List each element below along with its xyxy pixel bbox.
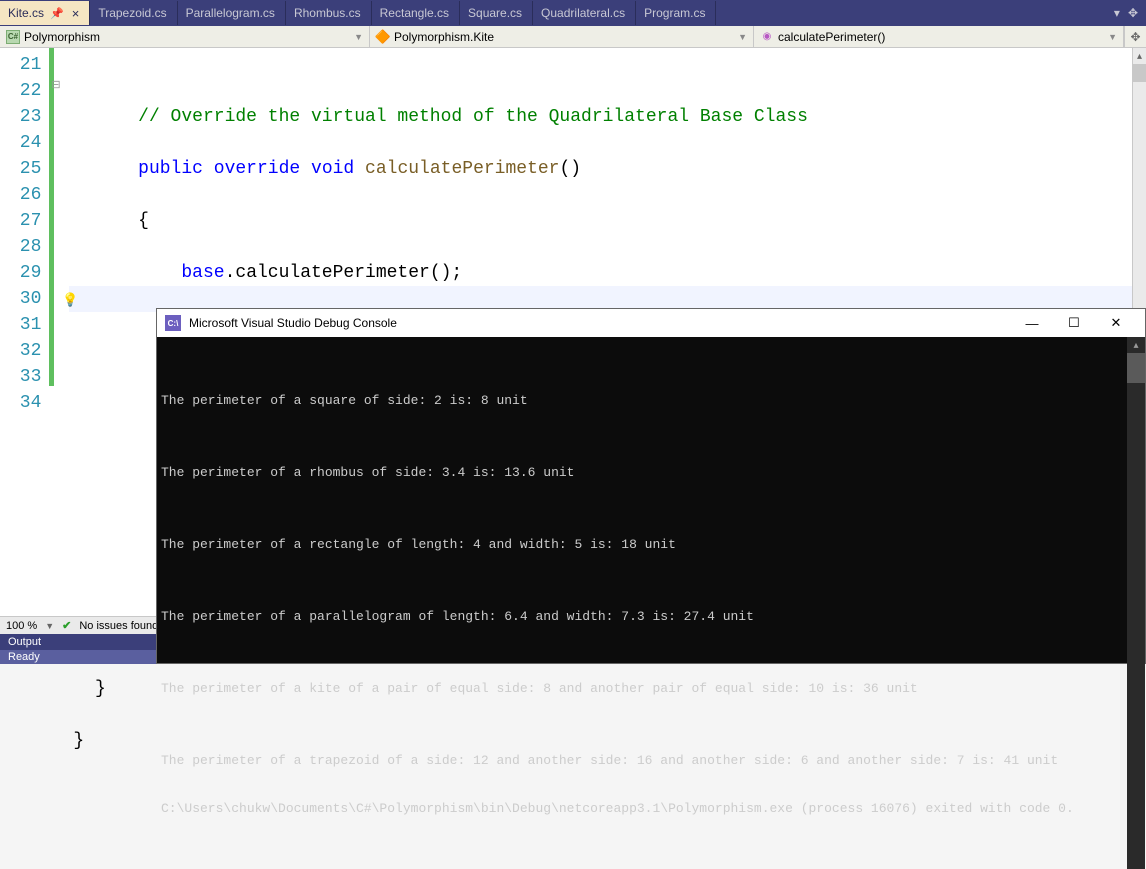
- csharp-icon: C#: [6, 30, 20, 44]
- console-scrollbar[interactable]: ▴: [1127, 337, 1145, 869]
- check-icon: ✔: [62, 619, 71, 632]
- class-dropdown[interactable]: 🔶 Polymorphism.Kite ▼: [370, 26, 754, 47]
- class-label: Polymorphism.Kite: [394, 30, 494, 44]
- scroll-up-icon[interactable]: ▴: [1127, 337, 1145, 353]
- chevron-down-icon[interactable]: ▼: [45, 621, 54, 631]
- console-output[interactable]: The perimeter of a square of side: 2 is:…: [157, 337, 1127, 869]
- close-button[interactable]: ✕: [1095, 309, 1137, 337]
- scroll-thumb[interactable]: [1127, 353, 1145, 383]
- tab-rhombus[interactable]: Rhombus.cs: [286, 1, 372, 25]
- console-title-bar[interactable]: C:\ Microsoft Visual Studio Debug Consol…: [157, 309, 1145, 337]
- file-tab-bar: Kite.cs 📌 × Trapezoid.cs Parallelogram.c…: [0, 0, 1146, 26]
- namespace-dropdown[interactable]: C# Polymorphism ▼: [0, 26, 370, 47]
- outline-column: ⊟: [49, 48, 69, 634]
- minimize-button[interactable]: —: [1011, 309, 1053, 337]
- scroll-thumb[interactable]: [1133, 64, 1146, 82]
- fold-toggle[interactable]: ⊟: [51, 78, 60, 91]
- debug-console-window[interactable]: C:\ Microsoft Visual Studio Debug Consol…: [156, 308, 1146, 664]
- method-icon: ◉: [760, 30, 774, 44]
- split-view-button[interactable]: ✥: [1124, 26, 1146, 47]
- output-panel-tab[interactable]: Output: [0, 634, 156, 650]
- chevron-down-icon: ▼: [738, 32, 747, 42]
- class-icon: 🔶: [376, 30, 390, 44]
- editor-status-bar: 100 % ▼ ✔ No issues found: [0, 616, 180, 634]
- tab-quadrilateral[interactable]: Quadrilateral.cs: [533, 1, 636, 25]
- quick-actions-icon[interactable]: 💡: [62, 292, 78, 308]
- member-label: calculatePerimeter(): [778, 30, 885, 44]
- namespace-label: Polymorphism: [24, 30, 100, 44]
- tabs-overflow-icon[interactable]: ▾: [1114, 6, 1120, 20]
- console-title-text: Microsoft Visual Studio Debug Console: [189, 316, 397, 330]
- navigation-bar: C# Polymorphism ▼ 🔶 Polymorphism.Kite ▼ …: [0, 26, 1146, 48]
- scroll-up-icon[interactable]: ▴: [1133, 48, 1146, 64]
- line-number-gutter: 21 22 23 24 25 26 27 28 29 30 31 32 33 3…: [0, 48, 49, 634]
- pin-icon[interactable]: 📌: [50, 7, 64, 20]
- issues-label[interactable]: No issues found: [79, 620, 158, 632]
- tab-trapezoid[interactable]: Trapezoid.cs: [90, 1, 177, 25]
- tab-parallelogram[interactable]: Parallelogram.cs: [178, 1, 286, 25]
- tab-square[interactable]: Square.cs: [460, 1, 533, 25]
- console-app-icon: C:\: [165, 315, 181, 331]
- tab-program[interactable]: Program.cs: [636, 1, 716, 25]
- window-options-icon[interactable]: ✥: [1128, 6, 1138, 20]
- status-bar-ready: Ready: [0, 650, 156, 664]
- tab-rectangle[interactable]: Rectangle.cs: [372, 1, 460, 25]
- zoom-level[interactable]: 100 %: [6, 620, 37, 632]
- tab-kite[interactable]: Kite.cs 📌 ×: [0, 1, 90, 25]
- chevron-down-icon: ▼: [1108, 32, 1117, 42]
- tab-label: Kite.cs: [8, 6, 44, 20]
- maximize-button[interactable]: ☐: [1053, 309, 1095, 337]
- member-dropdown[interactable]: ◉ calculatePerimeter() ▼: [754, 26, 1124, 47]
- chevron-down-icon: ▼: [354, 32, 363, 42]
- close-icon[interactable]: ×: [72, 6, 80, 21]
